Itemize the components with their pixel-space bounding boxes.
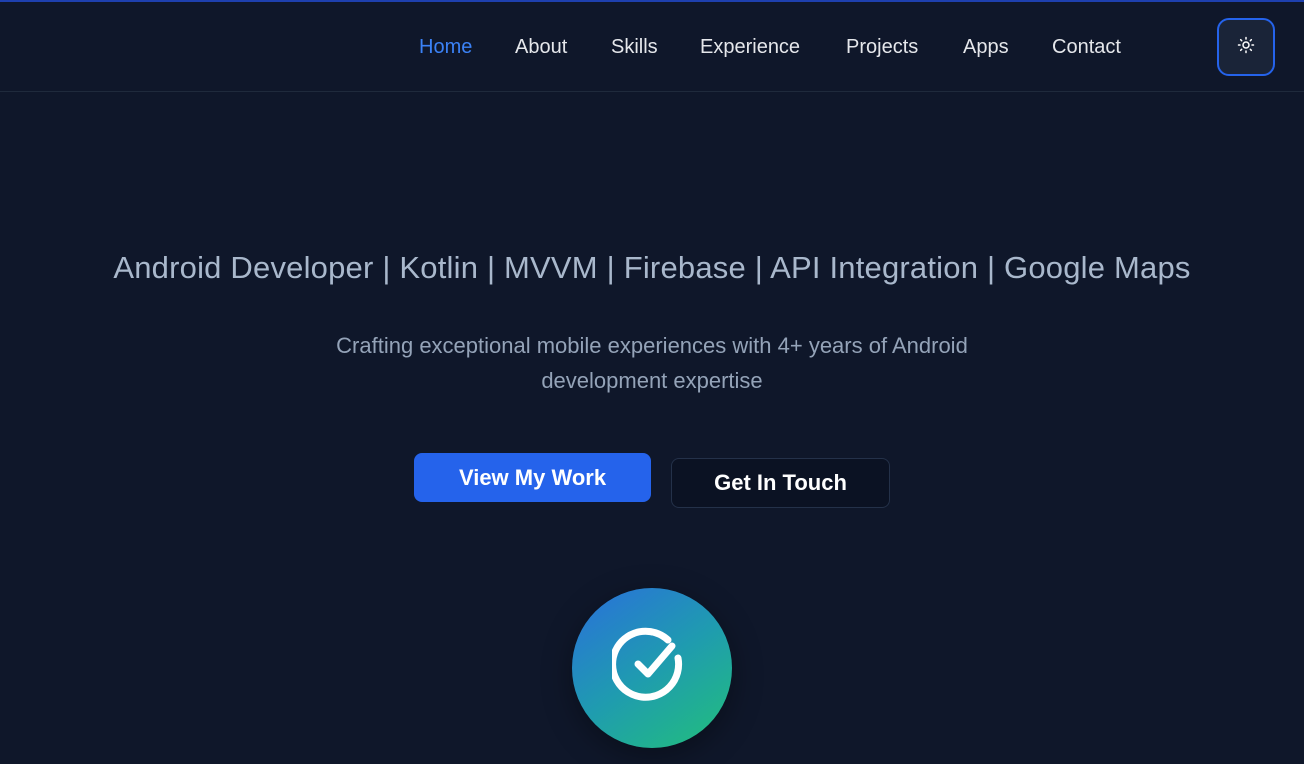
sun-icon: [1237, 36, 1255, 59]
nav-links: Home About Skills Experience Projects Ap…: [0, 2, 1304, 92]
hero-badge: [572, 588, 732, 748]
nav-link-apps[interactable]: Apps: [963, 35, 1009, 59]
hero-subtitle: Crafting exceptional mobile experiences …: [336, 333, 968, 393]
view-my-work-button[interactable]: View My Work: [414, 453, 651, 502]
navbar: Home About Skills Experience Projects Ap…: [0, 2, 1304, 92]
theme-toggle-button[interactable]: [1217, 18, 1275, 76]
nav-link-skills[interactable]: Skills: [611, 35, 658, 59]
hero-tagline: Android Developer | Kotlin | MVVM | Fire…: [113, 250, 1191, 285]
nav-link-home[interactable]: Home: [419, 35, 472, 59]
nav-link-about[interactable]: About: [515, 35, 567, 59]
nav-link-contact[interactable]: Contact: [1052, 35, 1121, 59]
get-in-touch-button[interactable]: Get In Touch: [671, 458, 890, 508]
nav-link-experience[interactable]: Experience: [700, 35, 800, 59]
check-circle-icon: [609, 626, 692, 711]
nav-link-projects[interactable]: Projects: [846, 35, 918, 59]
